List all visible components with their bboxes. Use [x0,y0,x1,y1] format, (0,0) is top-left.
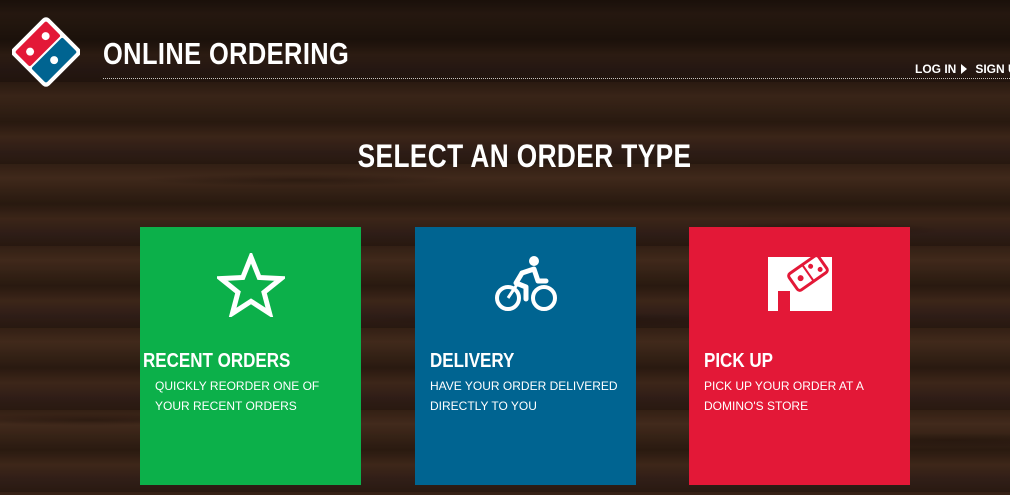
caret-right-icon [961,64,968,74]
signup-link[interactable]: SIGN U [975,62,1010,76]
page-brand-title: ONLINE ORDERING [103,36,350,71]
card-title: PICK UP [704,350,773,372]
card-description: PICK UP YOUR ORDER AT A DOMINO'S STORE [704,379,864,413]
bicycle-rider-icon [492,253,560,317]
auth-links: LOG IN SIGN U [915,62,1010,76]
page-title: SELECT AN ORDER TYPE [358,138,692,174]
login-label: LOG IN [915,62,957,76]
dominos-domino-logo-icon [11,17,81,87]
dominos-logo[interactable] [11,12,81,90]
card-description: HAVE YOUR ORDER DELIVERED DIRECTLY TO YO… [430,379,618,413]
store-icon [766,253,834,317]
order-type-delivery[interactable]: DELIVERY HAVE YOUR ORDER DELIVERED DIREC… [415,227,636,485]
header-divider [103,78,1010,79]
signup-label: SIGN U [975,62,1010,76]
card-title: RECENT ORDERS [143,350,291,372]
order-type-recent-orders[interactable]: RECENT ORDERS QUICKLY REORDER ONE OF YOU… [140,227,361,485]
card-description: QUICKLY REORDER ONE OF YOUR RECENT ORDER… [155,379,320,413]
order-type-pick-up[interactable]: PICK UP PICK UP YOUR ORDER AT A DOMINO'S… [689,227,910,485]
login-link[interactable]: LOG IN [915,62,975,76]
card-title: DELIVERY [430,350,515,372]
star-icon [213,250,288,320]
